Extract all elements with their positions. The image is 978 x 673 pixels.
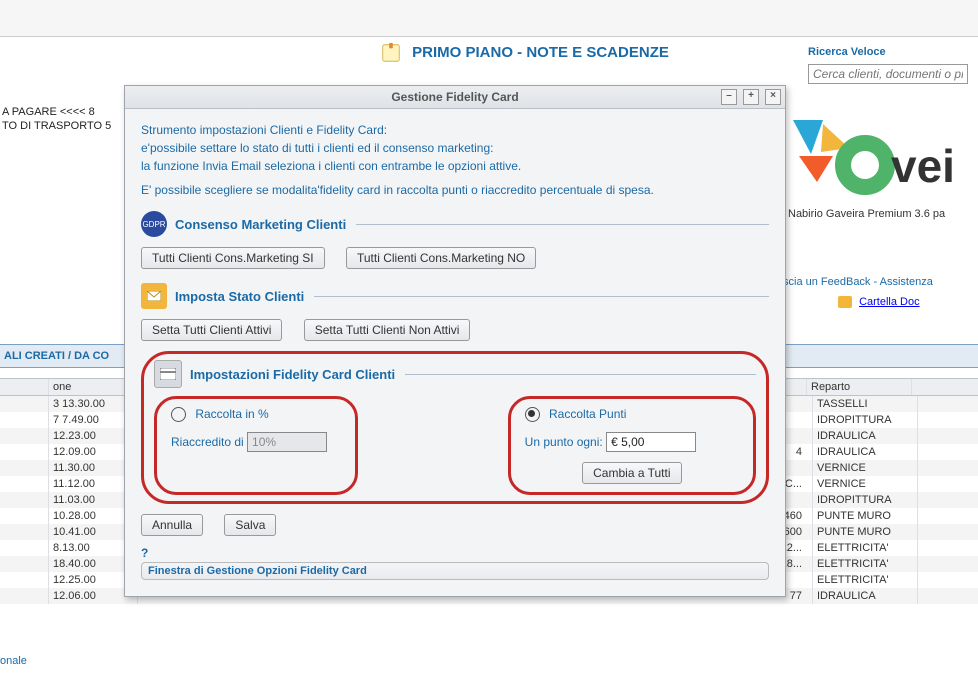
feedback-link[interactable]: scia un FeedBack	[783, 276, 870, 288]
help-text: Finestra di Gestione Opzioni Fidelity Ca…	[141, 562, 769, 580]
btn-cambia-tutti[interactable]: Cambia a Tutti	[582, 462, 681, 484]
section-stato-title: Imposta Stato Clienti	[175, 289, 304, 304]
quick-search-input[interactable]	[808, 64, 968, 84]
dialog-intro1: Strumento impostazioni Clienti e Fidelit…	[141, 123, 769, 137]
help-bar: ? Finestra di Gestione Opzioni Fidelity …	[141, 546, 769, 580]
punto-ogni-label: Un punto ogni:	[525, 435, 603, 449]
note-icon	[380, 42, 402, 64]
assist-link[interactable]: Assistenza	[880, 276, 933, 288]
dialog-titlebar[interactable]: Gestione Fidelity Card – + ×	[125, 86, 785, 109]
col-reparto[interactable]: Reparto	[807, 379, 912, 395]
dialog-title: Gestione Fidelity Card	[391, 90, 518, 104]
leftstrip-l2: TO DI TRASPORTO 5	[0, 119, 125, 133]
minimize-icon[interactable]: –	[721, 89, 737, 105]
divider	[405, 373, 756, 375]
app-topbar	[0, 0, 978, 37]
radio-percent[interactable]	[171, 407, 186, 422]
left-fragment: A PAGARE <<<< 8 TO DI TRASPORTO 5	[0, 105, 125, 133]
radio-punti-label: Raccolta Punti	[549, 407, 626, 421]
brand-logo: vei	[793, 120, 978, 210]
mail-icon	[141, 283, 167, 309]
maximize-icon[interactable]: +	[743, 89, 759, 105]
banner-title: PRIMO PIANO - NOTE E SCADENZE	[412, 44, 669, 61]
btn-salva[interactable]: Salva	[224, 514, 276, 536]
bottom-link[interactable]: onale	[0, 655, 27, 667]
leftstrip-l1: A PAGARE <<<< 8	[0, 105, 125, 119]
raccolta-percent-box: Raccolta in % Riaccredito di	[154, 396, 358, 495]
brand-caption: Nabirio Gaveira Premium 3.6 pa	[788, 208, 978, 220]
btn-annulla[interactable]: Annulla	[141, 514, 203, 536]
radio-punti[interactable]	[525, 407, 540, 422]
card-icon	[154, 360, 182, 388]
btn-cons-no[interactable]: Tutti Clienti Cons.Marketing NO	[346, 247, 536, 269]
top-links: scia un FeedBack - Assistenza	[783, 276, 978, 288]
dialog-intro4: E' possibile scegliere se modalita'fidel…	[141, 183, 769, 197]
help-icon[interactable]: ?	[141, 546, 148, 560]
divider	[356, 223, 769, 225]
svg-text:vei: vei	[891, 140, 955, 192]
section-fidelity-title: Impostazioni Fidelity Card Clienti	[190, 367, 395, 382]
gdpr-icon: GDPR	[141, 211, 167, 237]
punto-ogni-input[interactable]	[606, 432, 696, 452]
fidelity-highlight: Impostazioni Fidelity Card Clienti Racco…	[141, 351, 769, 504]
folder-icon	[838, 296, 852, 308]
quick-search: Ricerca Veloce	[808, 46, 968, 84]
section-marketing-title: Consenso Marketing Clienti	[175, 217, 346, 232]
cartella-link-row: Cartella Doc	[838, 296, 978, 308]
close-icon[interactable]: ×	[765, 89, 781, 105]
dialog-intro3: la funzione Invia Email seleziona i clie…	[141, 159, 769, 173]
col-blank	[0, 379, 49, 395]
fidelity-dialog: Gestione Fidelity Card – + × Strumento i…	[124, 85, 786, 597]
radio-percent-label: Raccolta in %	[195, 407, 268, 421]
btn-non-attivi[interactable]: Setta Tutti Clienti Non Attivi	[304, 319, 471, 341]
btn-attivi[interactable]: Setta Tutti Clienti Attivi	[141, 319, 282, 341]
quick-search-label: Ricerca Veloce	[808, 46, 968, 58]
btn-cons-si[interactable]: Tutti Clienti Cons.Marketing SI	[141, 247, 325, 269]
page-banner: PRIMO PIANO - NOTE E SCADENZE	[380, 42, 669, 64]
raccolta-punti-box: Raccolta Punti Un punto ogni: Cambia a T…	[508, 396, 756, 495]
cartella-link[interactable]: Cartella Doc	[859, 296, 920, 308]
riaccredito-label: Riaccredito di	[171, 435, 244, 449]
divider	[314, 295, 769, 297]
dialog-intro2: e'possibile settare lo stato di tutti i …	[141, 141, 769, 155]
riaccredito-input[interactable]	[247, 432, 327, 452]
